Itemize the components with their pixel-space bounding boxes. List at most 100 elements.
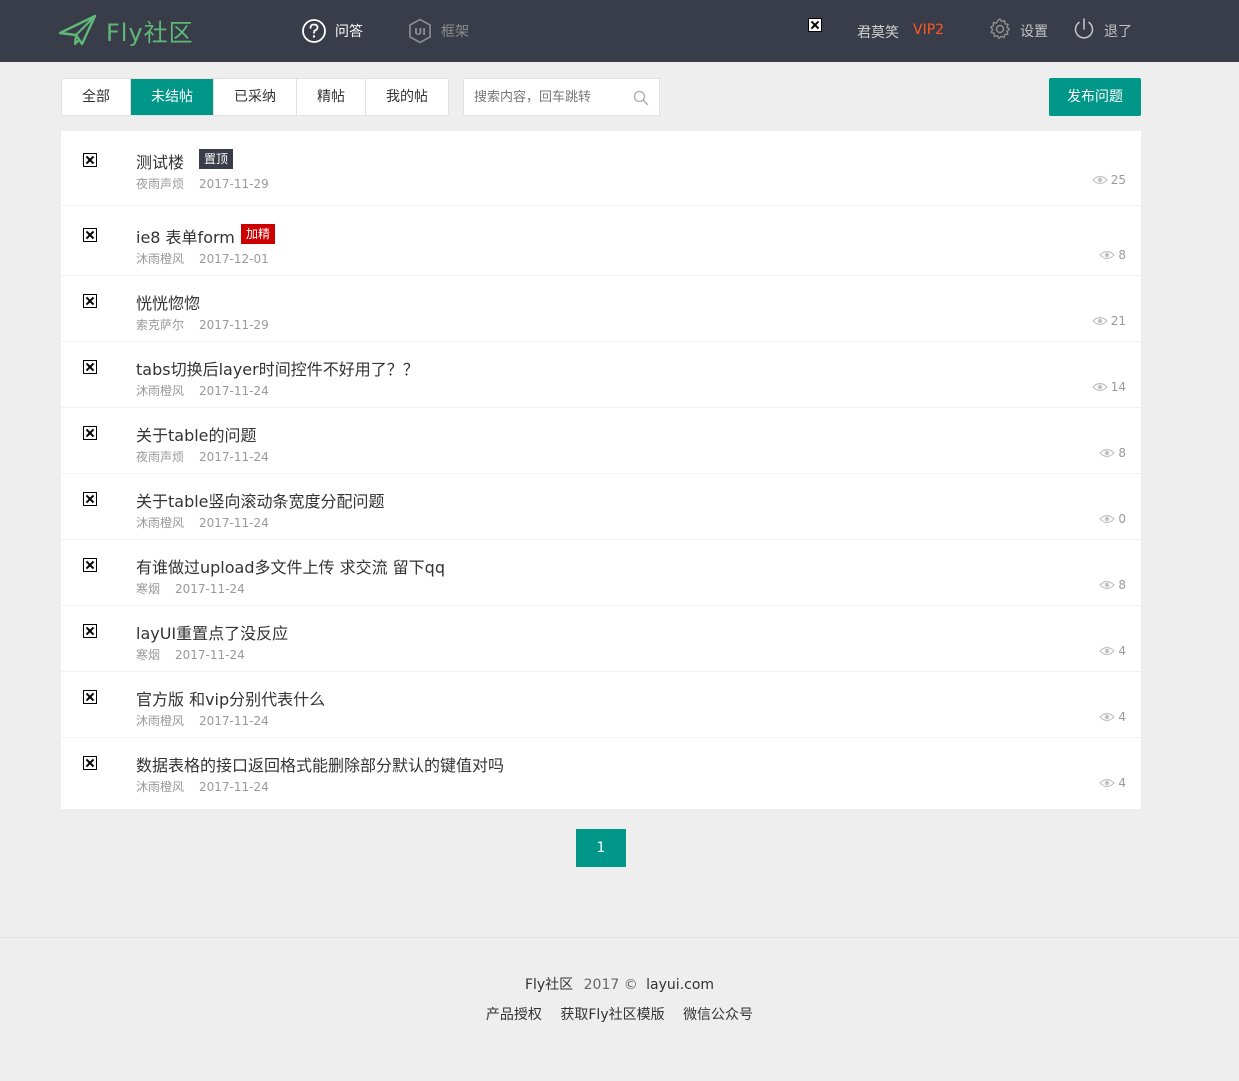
post-meta: 夜雨声烦 2017-11-29 xyxy=(136,175,269,192)
eye-icon xyxy=(1099,448,1116,458)
view-count: 8 xyxy=(1099,578,1126,592)
avatar[interactable] xyxy=(83,756,97,770)
logout-label: 退了 xyxy=(1104,24,1132,40)
post-title[interactable]: ie8 表单form xyxy=(136,224,235,248)
filter-tabs: 全部 未结帖 已采纳 精帖 我的帖 xyxy=(61,78,449,116)
avatar[interactable] xyxy=(83,228,97,242)
list-item: 数据表格的接口返回格式能删除部分默认的键值对吗 沐雨橙风 2017-11-24 4 xyxy=(61,738,1141,809)
post-title[interactable]: 有谁做过upload多文件上传 求交流 留下qq xyxy=(136,554,445,578)
tab-featured[interactable]: 精帖 xyxy=(297,79,366,115)
view-count: 25 xyxy=(1091,173,1126,187)
avatar[interactable] xyxy=(83,360,97,374)
search-input[interactable] xyxy=(464,79,624,115)
view-count: 14 xyxy=(1091,380,1126,394)
logout-link[interactable]: 退了 xyxy=(1072,18,1132,44)
eye-icon xyxy=(1099,646,1116,656)
footer-domain[interactable]: layui.com xyxy=(646,977,714,993)
svg-text:UI: UI xyxy=(414,27,426,38)
post-author[interactable]: 沐雨橙风 xyxy=(136,516,184,530)
post-meta: 夜雨声烦 2017-11-24 xyxy=(136,448,269,465)
list-item: 关于table的问题 夜雨声烦 2017-11-24 8 xyxy=(61,408,1141,474)
post-author[interactable]: 寒烟 xyxy=(136,582,160,596)
post-author[interactable]: 沐雨橙风 xyxy=(136,384,184,398)
tab-unresolved[interactable]: 未结帖 xyxy=(131,79,214,115)
nav-qa-label: 问答 xyxy=(335,24,363,40)
avatar[interactable] xyxy=(83,624,97,638)
post-title[interactable]: 关于table竖向滚动条宽度分配问题 xyxy=(136,488,385,512)
footer-link-license[interactable]: 产品授权 xyxy=(486,1007,542,1023)
footer-link-template[interactable]: 获取Fly社区模版 xyxy=(560,1007,664,1023)
post-title[interactable]: layUI重置点了没反应 xyxy=(136,620,288,644)
view-count: 8 xyxy=(1099,446,1126,460)
post-author[interactable]: 沐雨橙风 xyxy=(136,780,184,794)
settings-link[interactable]: 设置 xyxy=(988,18,1048,44)
logo[interactable]: Fly社区 xyxy=(58,10,194,50)
list-item: tabs切换后layer时间控件不好用了？？ 沐雨橙风 2017-11-24 14 xyxy=(61,342,1141,408)
tab-my-posts[interactable]: 我的帖 xyxy=(366,79,448,115)
view-count-value: 8 xyxy=(1118,446,1126,460)
list-item: 有谁做过upload多文件上传 求交流 留下qq 寒烟 2017-11-24 8 xyxy=(61,540,1141,606)
eye-icon xyxy=(1099,514,1116,524)
power-icon xyxy=(1072,17,1104,45)
eye-icon xyxy=(1091,316,1108,326)
eye-icon xyxy=(1099,580,1116,590)
eye-icon xyxy=(1099,778,1116,788)
search-icon[interactable] xyxy=(633,90,649,110)
footer-divider xyxy=(0,937,1239,938)
post-author[interactable]: 索克萨尔 xyxy=(136,318,184,332)
avatar[interactable] xyxy=(83,690,97,704)
post-date: 2017-11-24 xyxy=(199,384,269,398)
nav-qa[interactable]: 问答 xyxy=(301,16,363,46)
view-count-value: 14 xyxy=(1110,380,1126,394)
eye-icon xyxy=(1091,175,1108,185)
post-title[interactable]: 数据表格的接口返回格式能删除部分默认的键值对吗 xyxy=(136,752,504,776)
avatar[interactable] xyxy=(83,558,97,572)
avatar[interactable] xyxy=(83,153,97,167)
list-item: 关于table竖向滚动条宽度分配问题 沐雨橙风 2017-11-24 0 xyxy=(61,474,1141,540)
post-author[interactable]: 夜雨声烦 xyxy=(136,177,184,191)
post-date: 2017-11-29 xyxy=(199,177,269,191)
list-item: 测试楼 置顶 夜雨声烦 2017-11-29 25 xyxy=(61,131,1141,206)
post-title[interactable]: 测试楼 xyxy=(136,149,184,173)
post-date: 2017-12-01 xyxy=(199,252,269,266)
footer-links: 产品授权 获取Fly社区模版 微信公众号 xyxy=(0,1004,1239,1024)
featured-badge: 加精 xyxy=(241,224,276,244)
view-count-value: 4 xyxy=(1118,710,1126,724)
post-author[interactable]: 夜雨声烦 xyxy=(136,450,184,464)
view-count-value: 8 xyxy=(1118,578,1126,592)
footer-year: 2017 © xyxy=(583,977,638,993)
post-date: 2017-11-29 xyxy=(199,318,269,332)
list-item: 官方版 和vip分别代表什么 沐雨橙风 2017-11-24 4 xyxy=(61,672,1141,738)
page-button-current[interactable]: 1 xyxy=(576,829,626,867)
post-meta: 寒烟 2017-11-24 xyxy=(136,580,245,597)
post-meta: 沐雨橙风 2017-11-24 xyxy=(136,382,269,399)
view-count: 8 xyxy=(1099,248,1126,262)
list-item: layUI重置点了没反应 寒烟 2017-11-24 4 xyxy=(61,606,1141,672)
post-title[interactable]: tabs切换后layer时间控件不好用了？？ xyxy=(136,356,419,380)
view-count: 4 xyxy=(1099,776,1126,790)
tab-all[interactable]: 全部 xyxy=(62,79,131,115)
avatar[interactable] xyxy=(83,294,97,308)
avatar[interactable] xyxy=(83,426,97,440)
post-title[interactable]: 恍恍惚惚 xyxy=(136,290,200,314)
footer-link-wechat[interactable]: 微信公众号 xyxy=(683,1007,753,1023)
post-date: 2017-11-24 xyxy=(175,648,245,662)
list-item: 恍恍惚惚 索克萨尔 2017-11-29 21 xyxy=(61,276,1141,342)
post-date: 2017-11-24 xyxy=(199,714,269,728)
post-title[interactable]: 官方版 和vip分别代表什么 xyxy=(136,686,325,710)
footer-site-name[interactable]: Fly社区 xyxy=(525,977,573,993)
post-author[interactable]: 沐雨橙风 xyxy=(136,252,184,266)
tab-accepted[interactable]: 已采纳 xyxy=(214,79,297,115)
user-name[interactable]: 君莫笑 xyxy=(857,22,899,42)
post-date: 2017-11-24 xyxy=(199,516,269,530)
post-author[interactable]: 寒烟 xyxy=(136,648,160,662)
new-post-button[interactable]: 发布问题 xyxy=(1049,78,1141,116)
user-avatar[interactable] xyxy=(808,18,822,32)
post-title[interactable]: 关于table的问题 xyxy=(136,422,257,446)
post-meta: 索克萨尔 2017-11-29 xyxy=(136,316,269,333)
post-author[interactable]: 沐雨橙风 xyxy=(136,714,184,728)
avatar[interactable] xyxy=(83,492,97,506)
post-meta: 沐雨橙风 2017-11-24 xyxy=(136,778,269,795)
eye-icon xyxy=(1099,250,1116,260)
nav-framework[interactable]: UI 框架 xyxy=(407,16,469,46)
